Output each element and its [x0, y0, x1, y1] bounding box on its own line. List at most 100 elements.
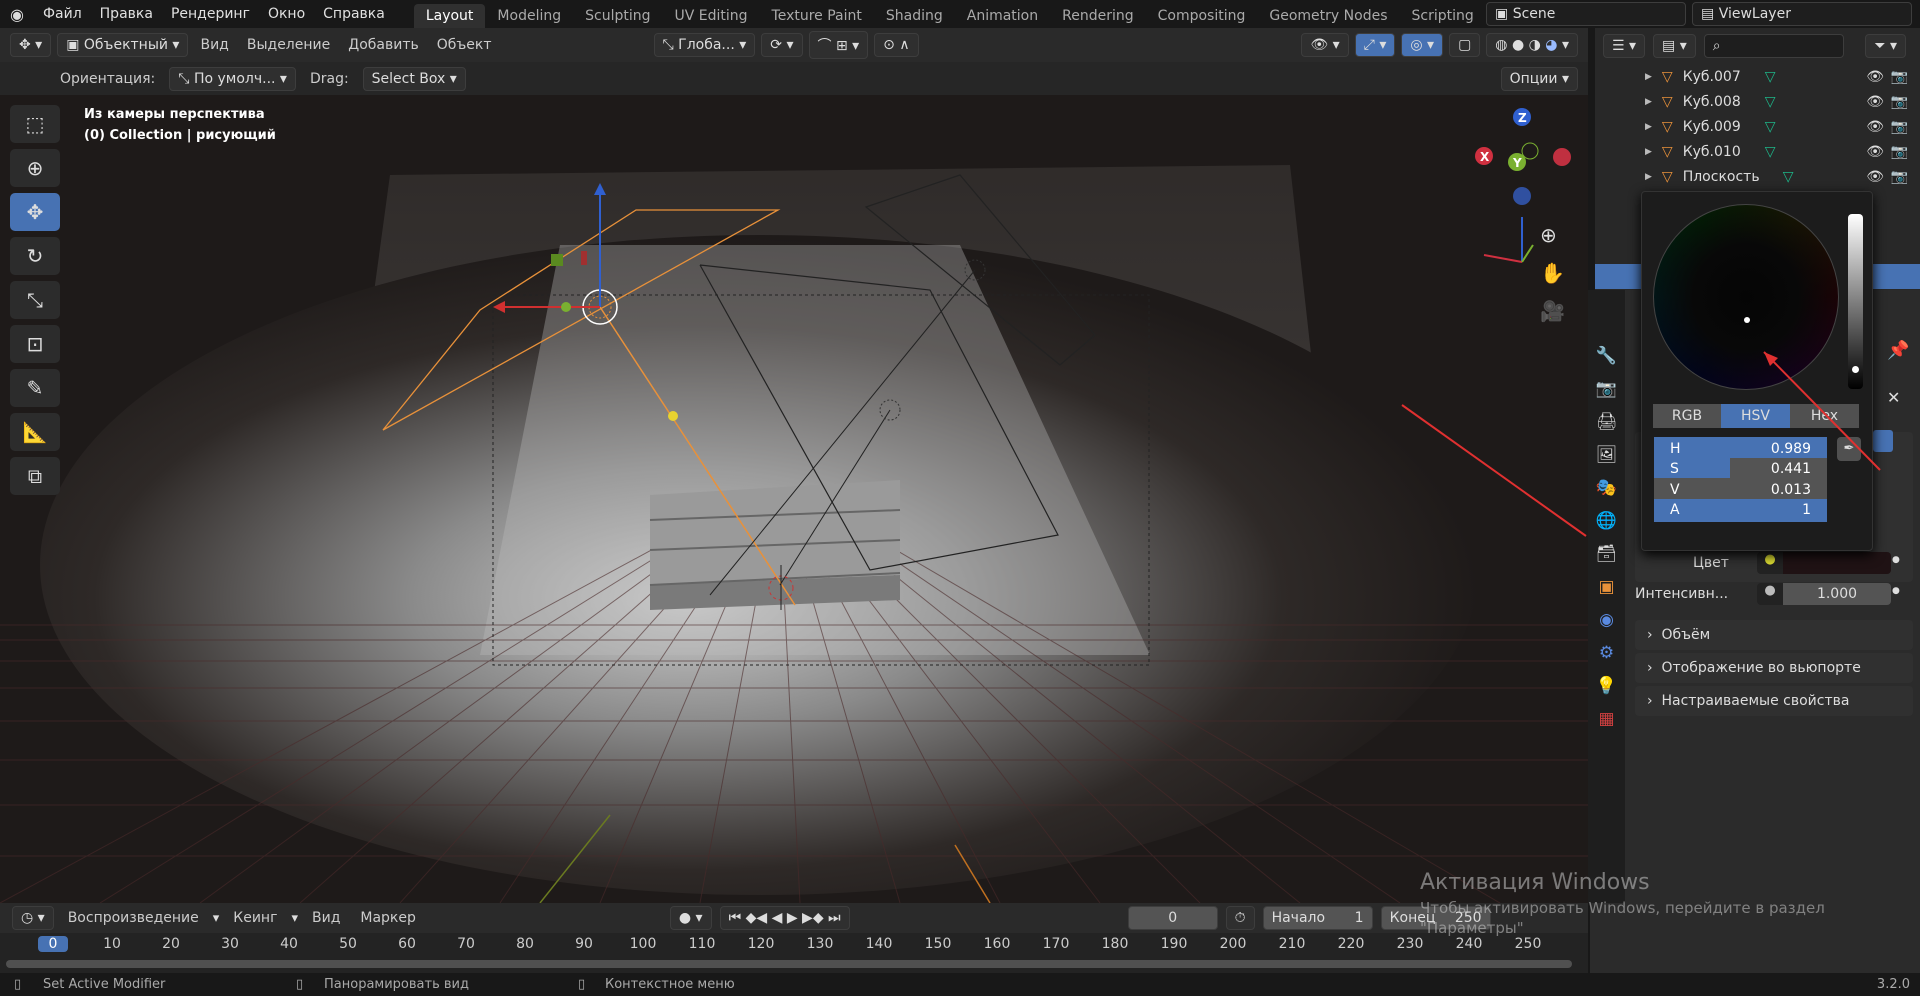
overlay-toggle[interactable]: ◎ ▾: [1401, 33, 1444, 57]
menu-keying[interactable]: Кеинг: [227, 910, 283, 926]
expand-arrow-icon[interactable]: ▶: [1645, 122, 1652, 132]
shading-modes[interactable]: ◍ ● ◑ ◕ ▾: [1486, 33, 1578, 57]
panel-volume[interactable]: › Объём: [1635, 620, 1913, 650]
mesh-data-icon[interactable]: ▽: [1765, 94, 1776, 110]
menu-edit[interactable]: Правка: [91, 6, 162, 22]
mesh-data-icon[interactable]: ▽: [1765, 119, 1776, 135]
tab-scripting[interactable]: Scripting: [1399, 4, 1485, 28]
menu-playback[interactable]: Воспроизведение: [62, 910, 205, 926]
pivot-dropdown[interactable]: ⟳ ▾: [761, 33, 803, 57]
add-cube-tool[interactable]: ⧉: [10, 457, 60, 495]
intensity-field[interactable]: 1.000: [1783, 583, 1891, 605]
scene-selector[interactable]: ▣ Scene: [1486, 2, 1686, 26]
constraints-tab-icon[interactable]: ⚙: [1599, 643, 1614, 663]
tab-sculpting[interactable]: Sculpting: [573, 4, 662, 28]
scene-tab-icon[interactable]: 🎭: [1596, 478, 1617, 498]
current-frame-field[interactable]: 0: [1127, 906, 1218, 930]
start-frame-field[interactable]: Начало 1: [1262, 906, 1373, 930]
editor-type-button[interactable]: ✥ ▾: [10, 33, 52, 57]
camera-icon[interactable]: 📷: [1891, 69, 1908, 85]
transform-tool[interactable]: ⊡: [10, 325, 60, 363]
outliner-item[interactable]: ▶ ▽ Куб.009 ▽ 👁 📷: [1595, 114, 1920, 139]
object-tab-icon[interactable]: ▣: [1598, 577, 1614, 597]
menu-marker[interactable]: Маркер: [354, 910, 422, 926]
gizmo-z[interactable]: Z: [1518, 111, 1527, 125]
expand-arrow-icon[interactable]: ▶: [1645, 72, 1652, 82]
eye-icon[interactable]: 👁: [1866, 94, 1884, 110]
outliner-item[interactable]: ▶ ▽ Куб.008 ▽ 👁 📷: [1595, 89, 1920, 114]
view-layer-tab-icon[interactable]: 🖼: [1596, 445, 1618, 465]
menu-help[interactable]: Справка: [314, 6, 394, 22]
menu-timeline-view[interactable]: Вид: [306, 910, 346, 926]
transform-orientation-dropdown[interactable]: ⤡ Глоба... ▾: [653, 33, 756, 57]
panel-viewport-display[interactable]: › Отображение во вьюпорте: [1635, 653, 1913, 683]
playback-controls[interactable]: ⏮ ◆◀ ◀ ▶ ▶◆ ⏭: [719, 906, 850, 930]
eye-icon[interactable]: 👁: [1866, 119, 1884, 135]
gizmo-x[interactable]: X: [1480, 150, 1490, 164]
eye-icon[interactable]: 👁: [1866, 144, 1884, 160]
color-swatch[interactable]: [1783, 552, 1891, 574]
xray-toggle[interactable]: ▢: [1449, 33, 1481, 57]
eye-icon[interactable]: 👁: [1866, 169, 1884, 185]
eye-icon[interactable]: 👁: [1866, 69, 1884, 85]
proportional-edit-toggle[interactable]: ⊙ ∧: [874, 33, 919, 57]
menu-file[interactable]: Файл: [34, 6, 91, 22]
orientation-dropdown[interactable]: ⤡ По умолч... ▾: [169, 66, 296, 91]
mesh-data-icon[interactable]: ▽: [1783, 169, 1794, 185]
menu-select[interactable]: Выделение: [241, 37, 336, 53]
tab-modeling[interactable]: Modeling: [485, 4, 573, 28]
tab-shading[interactable]: Shading: [874, 4, 955, 28]
menu-view[interactable]: Вид: [194, 37, 234, 53]
mode-dropdown[interactable]: ▣ Объектный ▾: [57, 33, 189, 57]
pin-icon[interactable]: 📌: [1887, 340, 1909, 361]
display-mode-dropdown[interactable]: ☰ ▾: [1603, 34, 1646, 58]
outliner-search[interactable]: ⌕: [1703, 34, 1844, 58]
3d-viewport[interactable]: Z X Y Из камеры перспектива (0) Collecti…: [0, 95, 1588, 903]
outliner-item[interactable]: ▶ ▽ Плоскость ▽ 👁 📷: [1595, 164, 1920, 189]
menu-render[interactable]: Рендеринг: [162, 6, 259, 22]
gizmo-y[interactable]: Y: [1512, 156, 1522, 170]
camera-icon[interactable]: 📷: [1891, 94, 1908, 110]
timeline-ruler[interactable]: 0 10 20 30 40 50 60 70 80 90 100 110 120 130 140 150 160…: [0, 933, 1588, 973]
zoom-icon[interactable]: ⊕: [1540, 223, 1565, 247]
stopwatch-icon[interactable]: ⏱: [1225, 906, 1255, 930]
output-tab-icon[interactable]: 🖨: [1596, 412, 1618, 432]
collection-tab-icon[interactable]: 🗃: [1596, 544, 1618, 564]
camera-icon[interactable]: 📷: [1891, 169, 1908, 185]
view-layer-filter-dropdown[interactable]: ▤ ▾: [1653, 34, 1696, 58]
drag-dropdown[interactable]: Select Box ▾: [362, 66, 466, 91]
tab-geometry-nodes[interactable]: Geometry Nodes: [1257, 4, 1399, 28]
intensity-keyframe-dot[interactable]: ●: [1757, 583, 1783, 605]
camera-view-icon[interactable]: 🎥: [1540, 299, 1565, 323]
camera-icon[interactable]: 📷: [1891, 144, 1908, 160]
blender-logo-icon[interactable]: ◉: [0, 5, 34, 24]
expand-arrow-icon[interactable]: ▶: [1645, 172, 1652, 182]
data-tab-icon[interactable]: 💡: [1596, 676, 1617, 696]
scale-tool[interactable]: ⤡: [10, 281, 60, 319]
camera-icon[interactable]: 📷: [1891, 119, 1908, 135]
timeline-editor-type[interactable]: ◷ ▾: [12, 906, 54, 930]
tool-tab-icon[interactable]: 🔧: [1596, 346, 1617, 366]
timeline-scrollbar[interactable]: [6, 960, 1572, 968]
options-dropdown[interactable]: Опции ▾: [1500, 66, 1578, 91]
move-tool[interactable]: ✥: [10, 193, 60, 231]
outliner-item[interactable]: ▶ ▽ Куб.007 ▽ 👁 📷: [1595, 64, 1920, 89]
expand-arrow-icon[interactable]: ▶: [1645, 97, 1652, 107]
world-tab-icon[interactable]: 🌐: [1596, 511, 1617, 531]
record-button[interactable]: ● ▾: [669, 906, 712, 930]
cursor-tool[interactable]: ⊕: [10, 149, 60, 187]
outliner-item[interactable]: ▶ ▽ Куб.010 ▽ 👁 📷: [1595, 139, 1920, 164]
render-tab-icon[interactable]: 📷: [1596, 379, 1617, 399]
visibility-dropdown[interactable]: 👁 ▾: [1301, 33, 1349, 57]
menu-add[interactable]: Добавить: [342, 37, 424, 53]
measure-tool[interactable]: 📐: [10, 413, 60, 451]
tab-texture-paint[interactable]: Texture Paint: [760, 4, 874, 28]
expand-arrow-icon[interactable]: ▶: [1645, 147, 1652, 157]
color-mode-rgb[interactable]: RGB: [1653, 404, 1721, 428]
gizmo-toggle[interactable]: ⤢ ▾: [1354, 33, 1396, 57]
menu-window[interactable]: Окно: [259, 6, 314, 22]
texture-tab-icon[interactable]: ▦: [1598, 709, 1614, 729]
menu-object[interactable]: Объект: [431, 37, 498, 53]
filter-dropdown[interactable]: ⏷ ▾: [1865, 34, 1906, 58]
tab-rendering[interactable]: Rendering: [1050, 4, 1146, 28]
